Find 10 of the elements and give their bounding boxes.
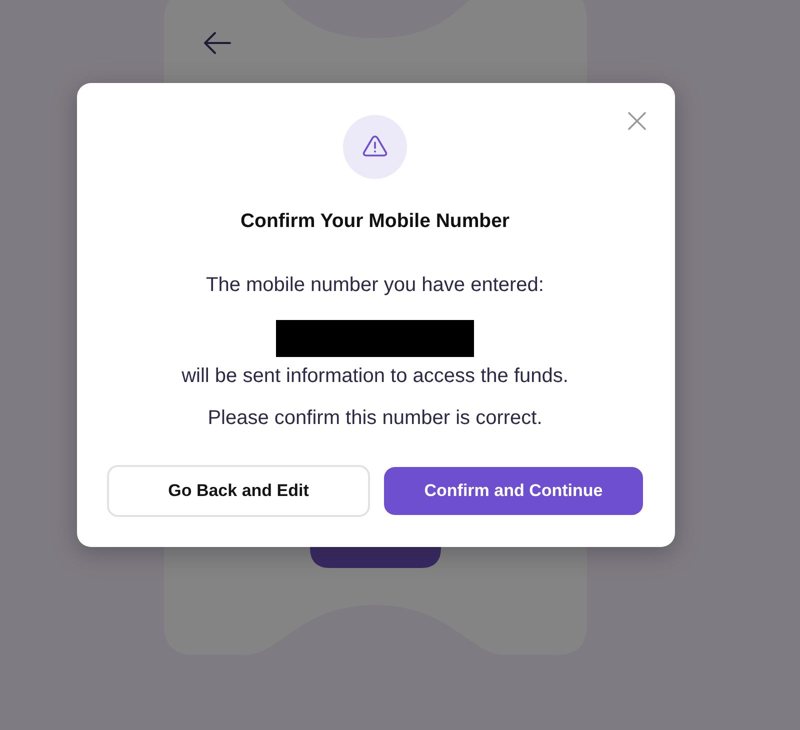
intro-text: The mobile number you have entered: bbox=[206, 273, 544, 297]
prompt-text: Please confirm this number is correct. bbox=[208, 406, 542, 430]
dialog-title: Confirm Your Mobile Number bbox=[240, 209, 510, 233]
back-arrow-icon[interactable] bbox=[204, 32, 231, 54]
close-icon[interactable] bbox=[628, 112, 646, 130]
obscured-button[interactable] bbox=[310, 547, 441, 568]
confirm-button[interactable]: Confirm and Continue bbox=[384, 467, 643, 515]
follow-up-text: will be sent information to access the funds. bbox=[182, 364, 568, 388]
back-edit-button[interactable]: Go Back and Edit bbox=[107, 465, 370, 517]
warning-icon bbox=[343, 115, 407, 179]
